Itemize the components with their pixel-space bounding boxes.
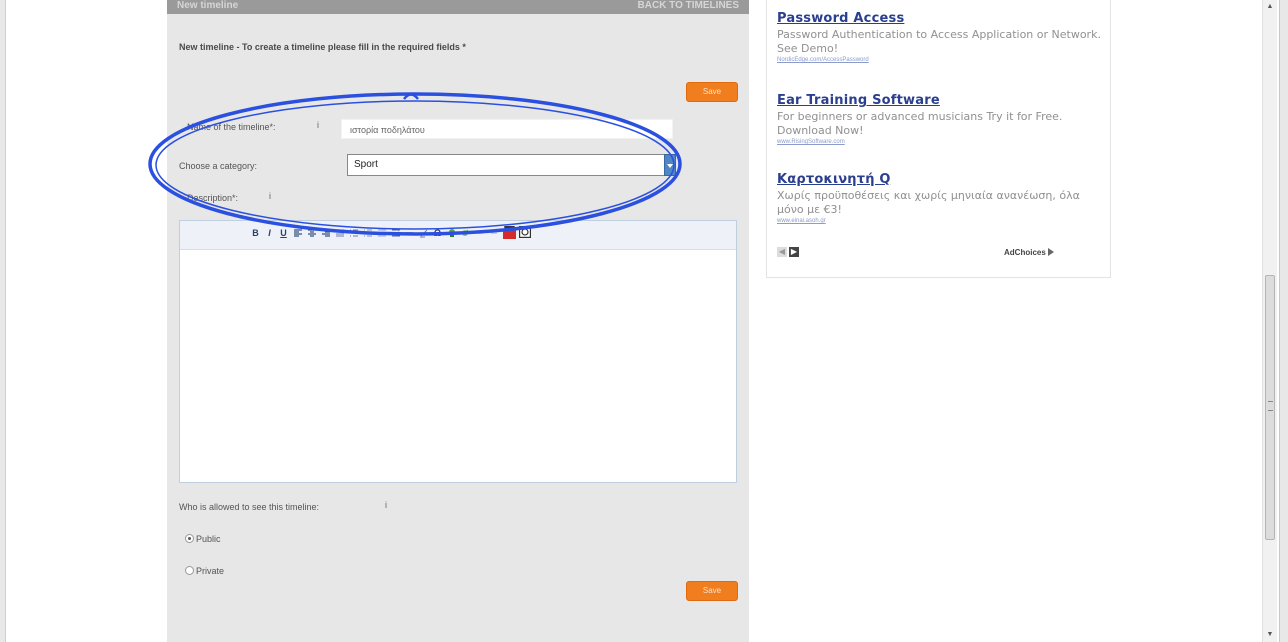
image-icon[interactable]: [519, 226, 531, 238]
ad-title-link[interactable]: Καρτοκινητή Q: [777, 172, 1107, 187]
ad-url-link[interactable]: www.RisingSoftware.com: [777, 139, 1107, 145]
unlink-icon[interactable]: [461, 228, 471, 238]
scroll-up-arrow-icon[interactable]: ▲: [1263, 0, 1277, 14]
indent-icon[interactable]: [391, 228, 401, 238]
ad-prev-button[interactable]: ◀: [777, 247, 787, 257]
adchoices-icon: [1047, 248, 1054, 256]
special-character-button[interactable]: Ω: [432, 227, 443, 240]
visibility-label: Who is allowed to see this timeline:: [179, 502, 320, 512]
description-label: Description*:: [187, 193, 239, 203]
undo-icon[interactable]: [475, 228, 485, 238]
timeline-name-input[interactable]: ιστορία ποδηλάτου: [341, 119, 673, 139]
vertical-scrollbar[interactable]: ▲ ▼: [1262, 0, 1277, 642]
youtube-icon[interactable]: [503, 226, 516, 239]
ad-title-link[interactable]: Ear Training Software: [777, 93, 1107, 108]
align-right-icon[interactable]: [321, 228, 331, 238]
editor-toolbar: B I U Ω: [180, 221, 736, 250]
ad-url-link[interactable]: NordicEdge.com/AccessPassword: [777, 57, 1107, 63]
ad-url-link[interactable]: www.einai.asoh.gr: [777, 218, 1107, 224]
back-to-timelines-link[interactable]: BACK TO TIMELINES: [638, 0, 739, 12]
numbered-list-icon[interactable]: [363, 228, 373, 238]
align-justify-icon[interactable]: [335, 228, 345, 238]
visibility-info-icon[interactable]: i: [385, 500, 387, 510]
window-left-border: [0, 0, 6, 642]
category-label: Choose a category:: [179, 161, 258, 171]
redo-icon[interactable]: [489, 228, 499, 238]
save-button-bottom[interactable]: Save: [686, 581, 738, 601]
outdent-icon[interactable]: [377, 228, 387, 238]
bold-button[interactable]: B: [250, 227, 261, 240]
category-select[interactable]: Sport: [347, 154, 676, 176]
align-center-icon[interactable]: [307, 228, 317, 238]
form-header: New timeline BACK TO TIMELINES: [167, 0, 749, 14]
description-editor[interactable]: B I U Ω: [179, 220, 737, 483]
ad-item[interactable]: Καρτοκινητή Q Χωρίς προϋποθέσεις και χωρ…: [777, 172, 1107, 224]
category-selected-value: Sport: [354, 159, 378, 170]
private-radio[interactable]: [185, 566, 194, 575]
timeline-name-label: Name of the timeline*:: [187, 122, 276, 132]
ad-item[interactable]: Password Access Password Authentication …: [777, 11, 1107, 63]
ad-description: For beginners or advanced musicians Try …: [777, 110, 1063, 137]
ad-title-link[interactable]: Password Access: [777, 11, 1107, 26]
ad-description: Password Authentication to Access Applic…: [777, 28, 1101, 55]
bullet-list-icon[interactable]: [349, 228, 359, 238]
scroll-down-arrow-icon[interactable]: ▼: [1263, 628, 1277, 642]
adchoices-label: AdChoices: [1004, 248, 1046, 257]
save-button-top[interactable]: Save: [686, 82, 738, 102]
link-icon[interactable]: [447, 228, 457, 238]
description-info-icon[interactable]: i: [269, 191, 271, 201]
form-intro: New timeline - To create a timeline plea…: [179, 42, 466, 52]
window-right-border: [1279, 0, 1288, 642]
ad-panel: Password Access Password Authentication …: [766, 0, 1111, 278]
scroll-thumb[interactable]: [1265, 275, 1275, 540]
public-radio[interactable]: [185, 534, 194, 543]
remove-format-icon[interactable]: [419, 228, 429, 238]
private-option[interactable]: Private: [185, 566, 224, 576]
horizontal-rule-icon[interactable]: [405, 228, 415, 238]
ad-item[interactable]: Ear Training Software For beginners or a…: [777, 93, 1107, 145]
adchoices-link[interactable]: AdChoices: [1004, 248, 1054, 257]
form-header-title: New timeline: [177, 0, 239, 11]
ad-description: Χωρίς προϋποθέσεις και χωρίς μηνιαία ανα…: [777, 189, 1080, 216]
timeline-form-panel: New timeline BACK TO TIMELINES New timel…: [167, 0, 749, 642]
name-info-icon[interactable]: i: [317, 120, 319, 130]
ad-next-button[interactable]: ▶: [789, 247, 799, 257]
public-option[interactable]: Public: [185, 534, 221, 544]
public-label: Public: [196, 534, 221, 544]
dropdown-arrow-icon[interactable]: [664, 154, 676, 176]
align-left-icon[interactable]: [293, 228, 303, 238]
italic-button[interactable]: I: [264, 227, 275, 240]
private-label: Private: [196, 566, 225, 576]
scroll-grip-icon: [1268, 401, 1273, 411]
underline-button[interactable]: U: [278, 227, 289, 240]
